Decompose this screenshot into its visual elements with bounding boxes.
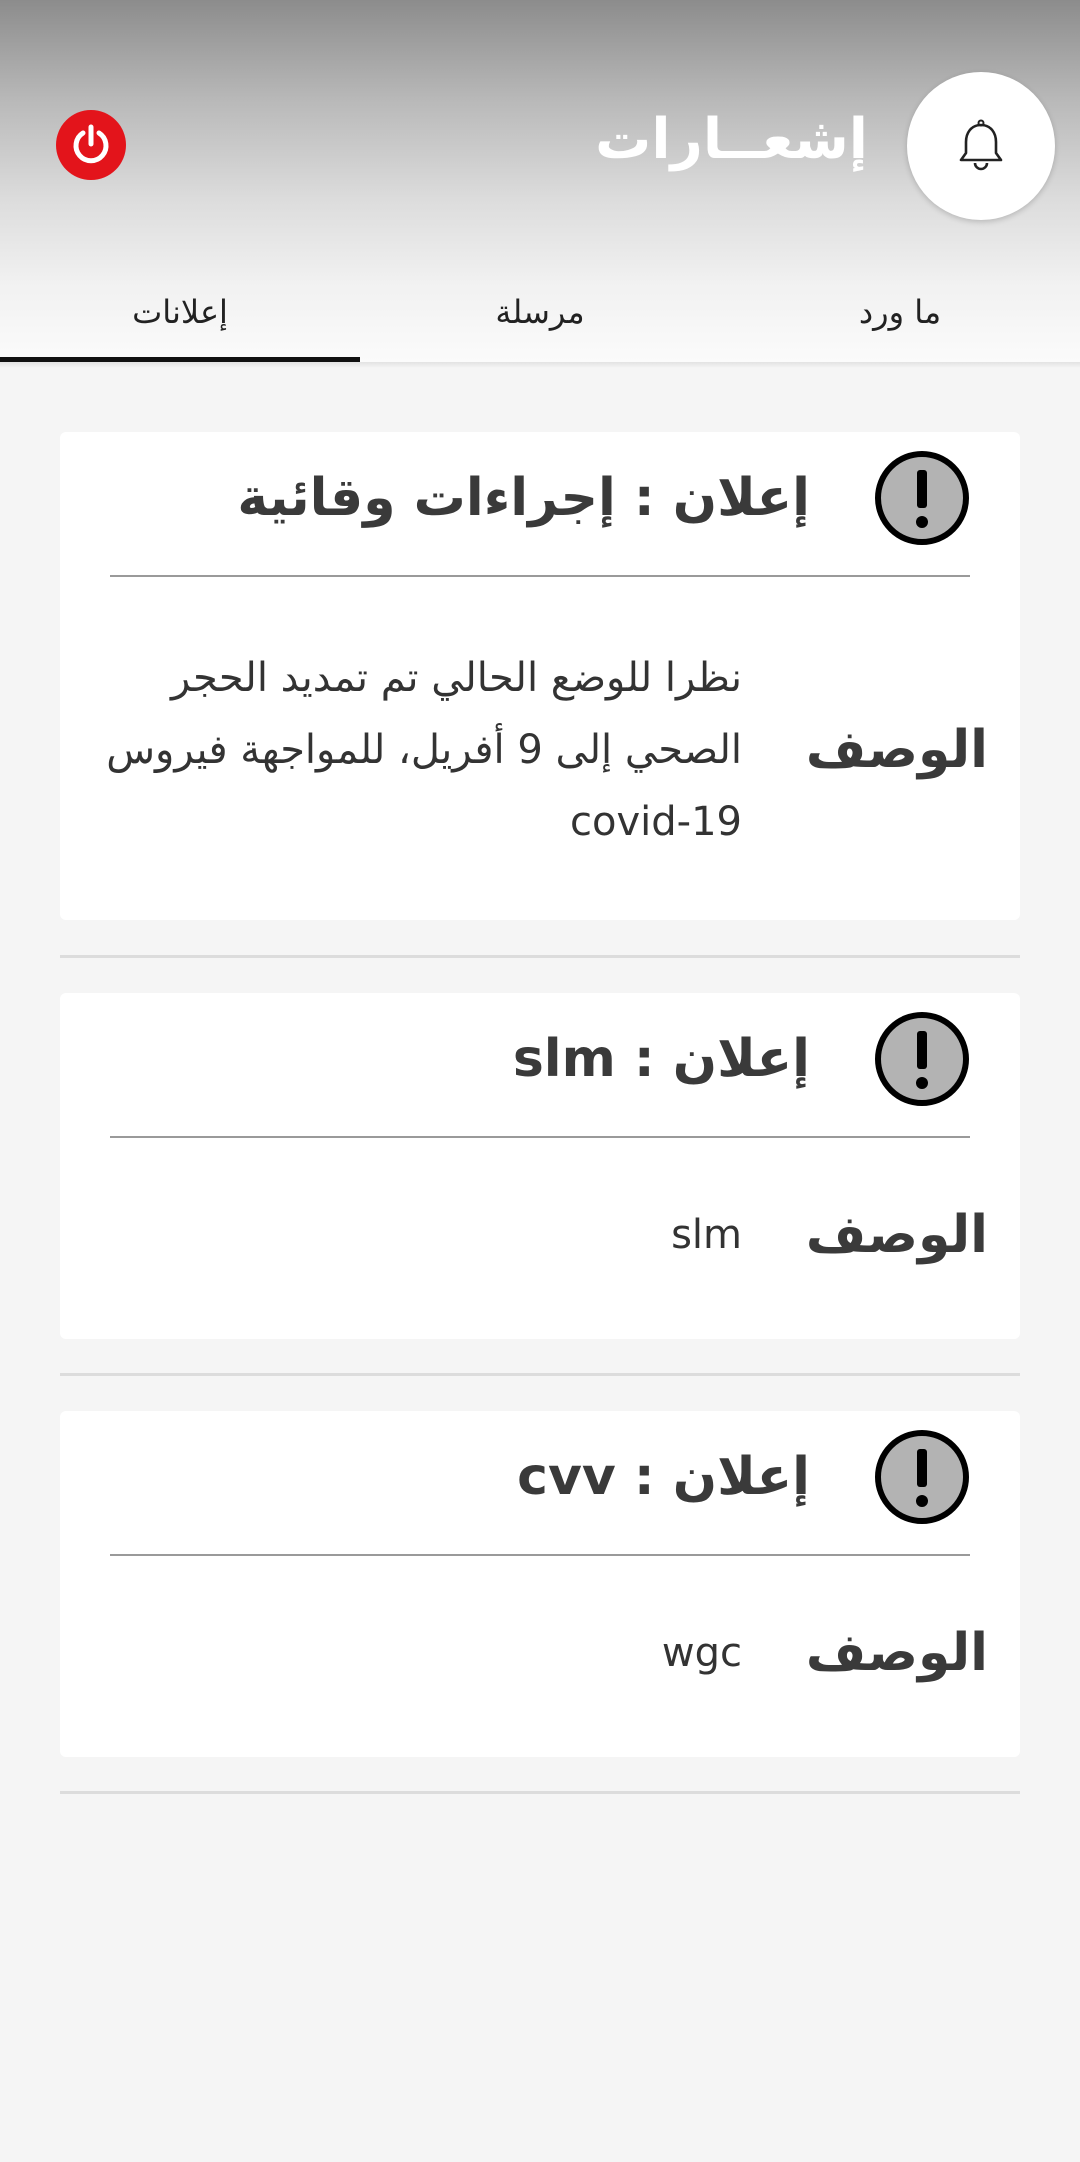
header-shadow — [0, 362, 1080, 368]
description-label: الوصف — [805, 720, 988, 780]
alert-icon — [875, 451, 969, 545]
card-title: إعلان : cvv — [517, 1447, 810, 1507]
description-text: slm — [671, 1212, 742, 1258]
notifications-button[interactable] — [907, 72, 1055, 220]
divider — [60, 955, 1020, 958]
tab-sent[interactable]: مرسلة — [360, 262, 720, 362]
announcement-card[interactable]: إعلان : إجراءات وقائية الوصف نظرا للوضع … — [60, 432, 1020, 920]
alert-icon — [875, 1430, 969, 1524]
power-icon — [73, 124, 109, 164]
divider — [110, 1554, 970, 1556]
app-header: إشعــارات إعلانات مرسلة ما ورد — [0, 0, 1080, 362]
description-label: الوصف — [805, 1205, 988, 1265]
alert-icon — [875, 1012, 969, 1106]
description-text: نظرا للوضع الحالي تم تمديد الحجر الصحي إ… — [106, 655, 742, 845]
bell-icon — [959, 119, 1003, 171]
divider — [60, 1791, 1020, 1794]
power-button[interactable] — [56, 110, 126, 180]
description-label: الوصف — [805, 1623, 988, 1683]
announcement-card[interactable]: إعلان : cvv الوصف wgc — [60, 1411, 1020, 1757]
tab-inbox[interactable]: ما ورد — [720, 262, 1080, 362]
divider — [110, 575, 970, 577]
tab-announcements[interactable]: إعلانات — [0, 262, 360, 362]
page-title: إشعــارات — [595, 107, 868, 172]
card-title: إعلان : إجراءات وقائية — [237, 468, 810, 528]
description-text: wgc — [661, 1630, 742, 1676]
card-title: إعلان : slm — [512, 1029, 810, 1089]
divider — [60, 1373, 1020, 1376]
divider — [110, 1136, 970, 1138]
announcement-card[interactable]: إعلان : slm الوصف slm — [60, 993, 1020, 1339]
tab-bar: إعلانات مرسلة ما ورد — [0, 262, 1080, 362]
